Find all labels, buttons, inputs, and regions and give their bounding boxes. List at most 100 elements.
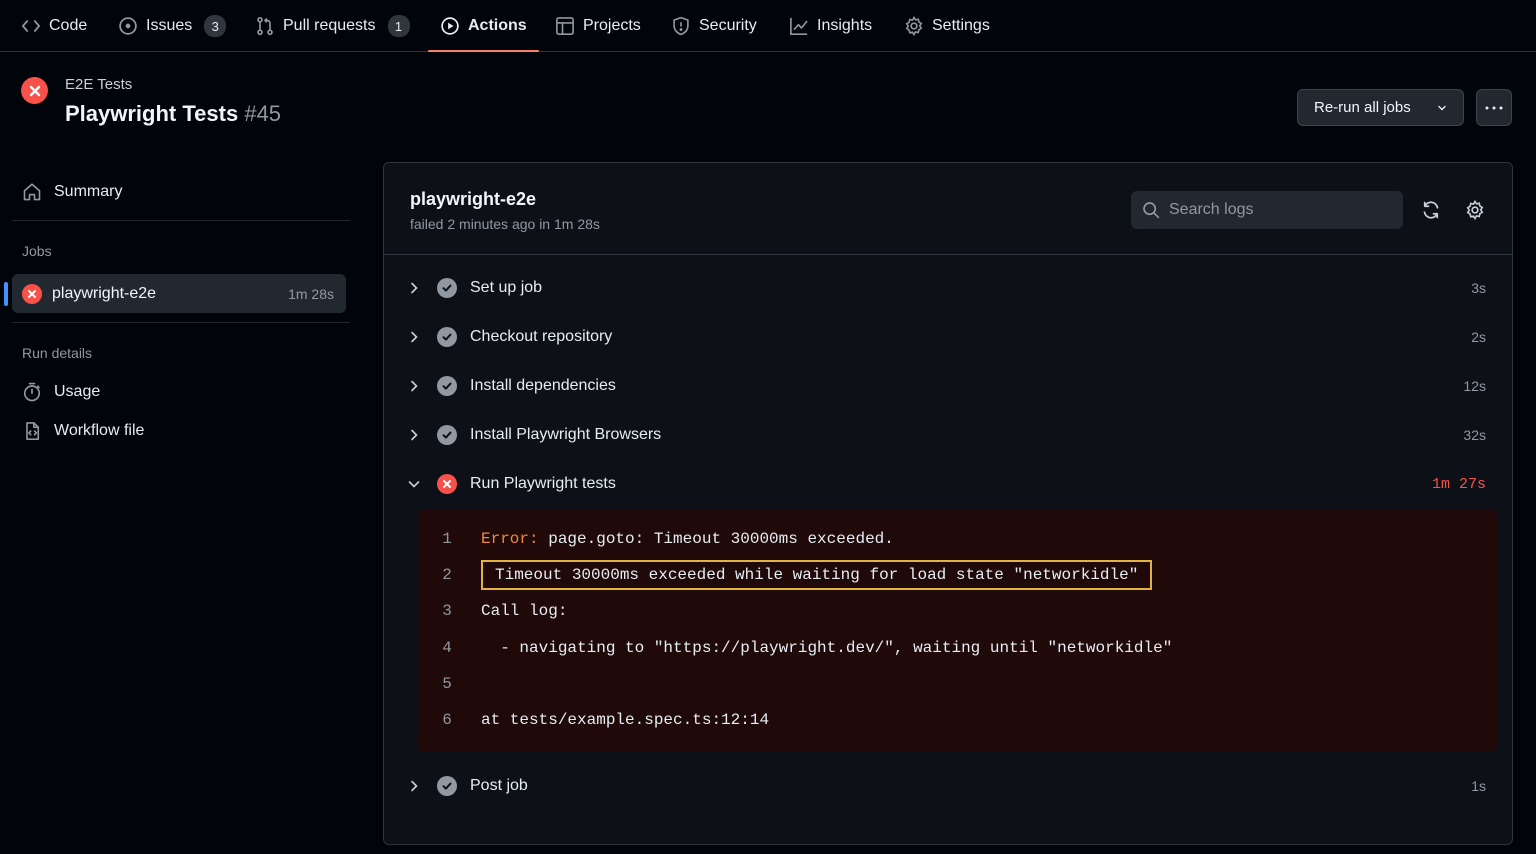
job-failed-icon	[22, 283, 42, 304]
step-install-playwright-browsers[interactable]: Install Playwright Browsers 32s	[404, 415, 1494, 455]
chevron-right-icon	[404, 780, 424, 792]
log-settings-button[interactable]	[1460, 195, 1490, 225]
repo-nav: Code Issues 3 Pull requests 1 Actions Pr…	[0, 0, 1536, 52]
tab-pull-requests[interactable]: Pull requests 1	[255, 0, 410, 52]
check-circle-icon	[437, 776, 457, 796]
chevron-right-icon	[404, 380, 424, 392]
table-icon	[556, 17, 574, 35]
log-text: Call log:	[481, 602, 568, 620]
issue-icon	[119, 17, 137, 35]
job-name: playwright-e2e	[52, 284, 157, 302]
tab-label: Code	[49, 17, 88, 34]
log-line[interactable]: 2 Timeout 30000ms exceeded while waiting…	[417, 560, 1153, 590]
log-text: at tests/example.spec.ts:12:14	[481, 711, 770, 729]
jobs-heading: Jobs	[22, 243, 52, 259]
chevron-right-icon	[404, 331, 424, 343]
step-install-dependencies[interactable]: Install dependencies 12s	[404, 366, 1494, 406]
tab-security[interactable]: Security	[671, 0, 757, 52]
summary-label: Summary	[54, 183, 123, 200]
step-duration: 1m 27s	[1431, 475, 1486, 493]
log-output: 1 Error: page.goto: Timeout 30000ms exce…	[417, 510, 1497, 752]
log-text: page.goto: Timeout 30000ms exceeded.	[538, 530, 894, 548]
refresh-button[interactable]	[1416, 195, 1446, 225]
pull-requests-count-badge: 1	[387, 15, 410, 37]
step-post-job[interactable]: Post job 1s	[404, 766, 1494, 806]
step-duration: 12s	[1463, 378, 1486, 394]
tab-issues[interactable]: Issues 3	[118, 0, 227, 52]
log-line[interactable]: 1 Error: page.goto: Timeout 30000ms exce…	[417, 525, 894, 553]
step-duration: 32s	[1463, 427, 1486, 443]
check-circle-icon	[437, 376, 457, 396]
graph-icon	[790, 17, 808, 35]
selected-indicator	[4, 282, 8, 306]
log-line[interactable]: 6 at tests/example.spec.ts:12:14	[417, 706, 769, 734]
more-options-button[interactable]	[1476, 89, 1512, 126]
job-title: playwright-e2e	[410, 189, 537, 209]
step-duration: 3s	[1471, 280, 1486, 296]
check-circle-icon	[437, 278, 457, 298]
tab-settings[interactable]: Settings	[904, 0, 990, 52]
step-name: Post job	[470, 777, 528, 794]
line-number: 3	[442, 602, 452, 620]
run-details-heading: Run details	[22, 345, 93, 361]
tab-label: Security	[699, 17, 757, 34]
tab-label: Issues	[146, 17, 193, 34]
step-duration: 1s	[1471, 778, 1486, 794]
log-text: - navigating to "https://playwright.dev/…	[481, 639, 1173, 657]
kebab-horizontal-icon	[1485, 106, 1503, 109]
run-failed-icon	[21, 77, 48, 104]
chevron-right-icon	[404, 429, 424, 441]
line-number: 1	[442, 530, 452, 548]
step-checkout-repository[interactable]: Checkout repository 2s	[404, 317, 1494, 357]
sidebar-workflow-file-link[interactable]: Workflow file	[22, 421, 144, 441]
job-subtitle: failed 2 minutes ago in 1m 28s	[410, 216, 600, 232]
chevron-down-icon	[404, 479, 424, 489]
step-run-playwright-tests[interactable]: Run Playwright tests 1m 27s	[404, 464, 1494, 504]
step-name: Set up job	[470, 279, 543, 296]
code-icon	[22, 20, 40, 32]
play-icon	[441, 17, 459, 35]
tab-label: Projects	[583, 17, 641, 34]
sidebar-summary-link[interactable]: Summary	[22, 182, 122, 202]
sidebar-divider	[12, 322, 350, 323]
log-line[interactable]: 4 - navigating to "https://playwright.de…	[417, 634, 1172, 662]
chevron-right-icon	[404, 282, 424, 294]
step-duration: 2s	[1471, 329, 1486, 345]
step-name: Run Playwright tests	[470, 475, 616, 492]
file-code-icon	[26, 422, 40, 440]
error-prefix: Error:	[481, 530, 539, 548]
search-logs-input[interactable]	[1169, 201, 1389, 219]
step-set-up-job[interactable]: Set up job 3s	[404, 268, 1494, 308]
run-title: Playwright Tests #45	[65, 101, 281, 127]
home-icon	[23, 183, 41, 201]
log-line[interactable]: 5	[417, 670, 481, 698]
workflow-name: E2E Tests	[65, 76, 133, 93]
line-number: 5	[442, 675, 452, 693]
x-circle-icon	[437, 474, 457, 494]
pull-request-icon	[257, 16, 273, 36]
usage-label: Usage	[54, 383, 101, 400]
search-logs-field[interactable]	[1131, 191, 1403, 229]
sidebar-usage-link[interactable]: Usage	[22, 382, 100, 402]
tab-label: Actions	[468, 17, 527, 34]
workflow-file-label: Workflow file	[54, 422, 145, 439]
job-log-header: playwright-e2e failed 2 minutes ago in 1…	[384, 163, 1512, 255]
check-circle-icon	[437, 327, 457, 347]
tab-label: Pull requests	[283, 17, 376, 34]
tab-label: Settings	[932, 17, 990, 34]
tab-actions[interactable]: Actions	[428, 0, 539, 52]
run-number: #45	[244, 101, 282, 126]
sidebar-divider	[12, 220, 350, 221]
tab-projects[interactable]: Projects	[555, 0, 641, 52]
rerun-label: Re-run all jobs	[1314, 99, 1411, 116]
tab-code[interactable]: Code	[21, 0, 87, 52]
sidebar-job-playwright-e2e[interactable]: playwright-e2e 1m 28s	[4, 274, 346, 313]
run-title-text: Playwright Tests	[65, 101, 239, 126]
tab-label: Insights	[817, 17, 873, 34]
log-line[interactable]: 3 Call log:	[417, 597, 567, 625]
tab-insights[interactable]: Insights	[789, 0, 872, 52]
rerun-all-jobs-button[interactable]: Re-run all jobs	[1297, 89, 1464, 126]
gear-icon	[905, 16, 923, 36]
sync-icon	[1423, 201, 1439, 219]
job-duration: 1m 28s	[288, 285, 334, 302]
